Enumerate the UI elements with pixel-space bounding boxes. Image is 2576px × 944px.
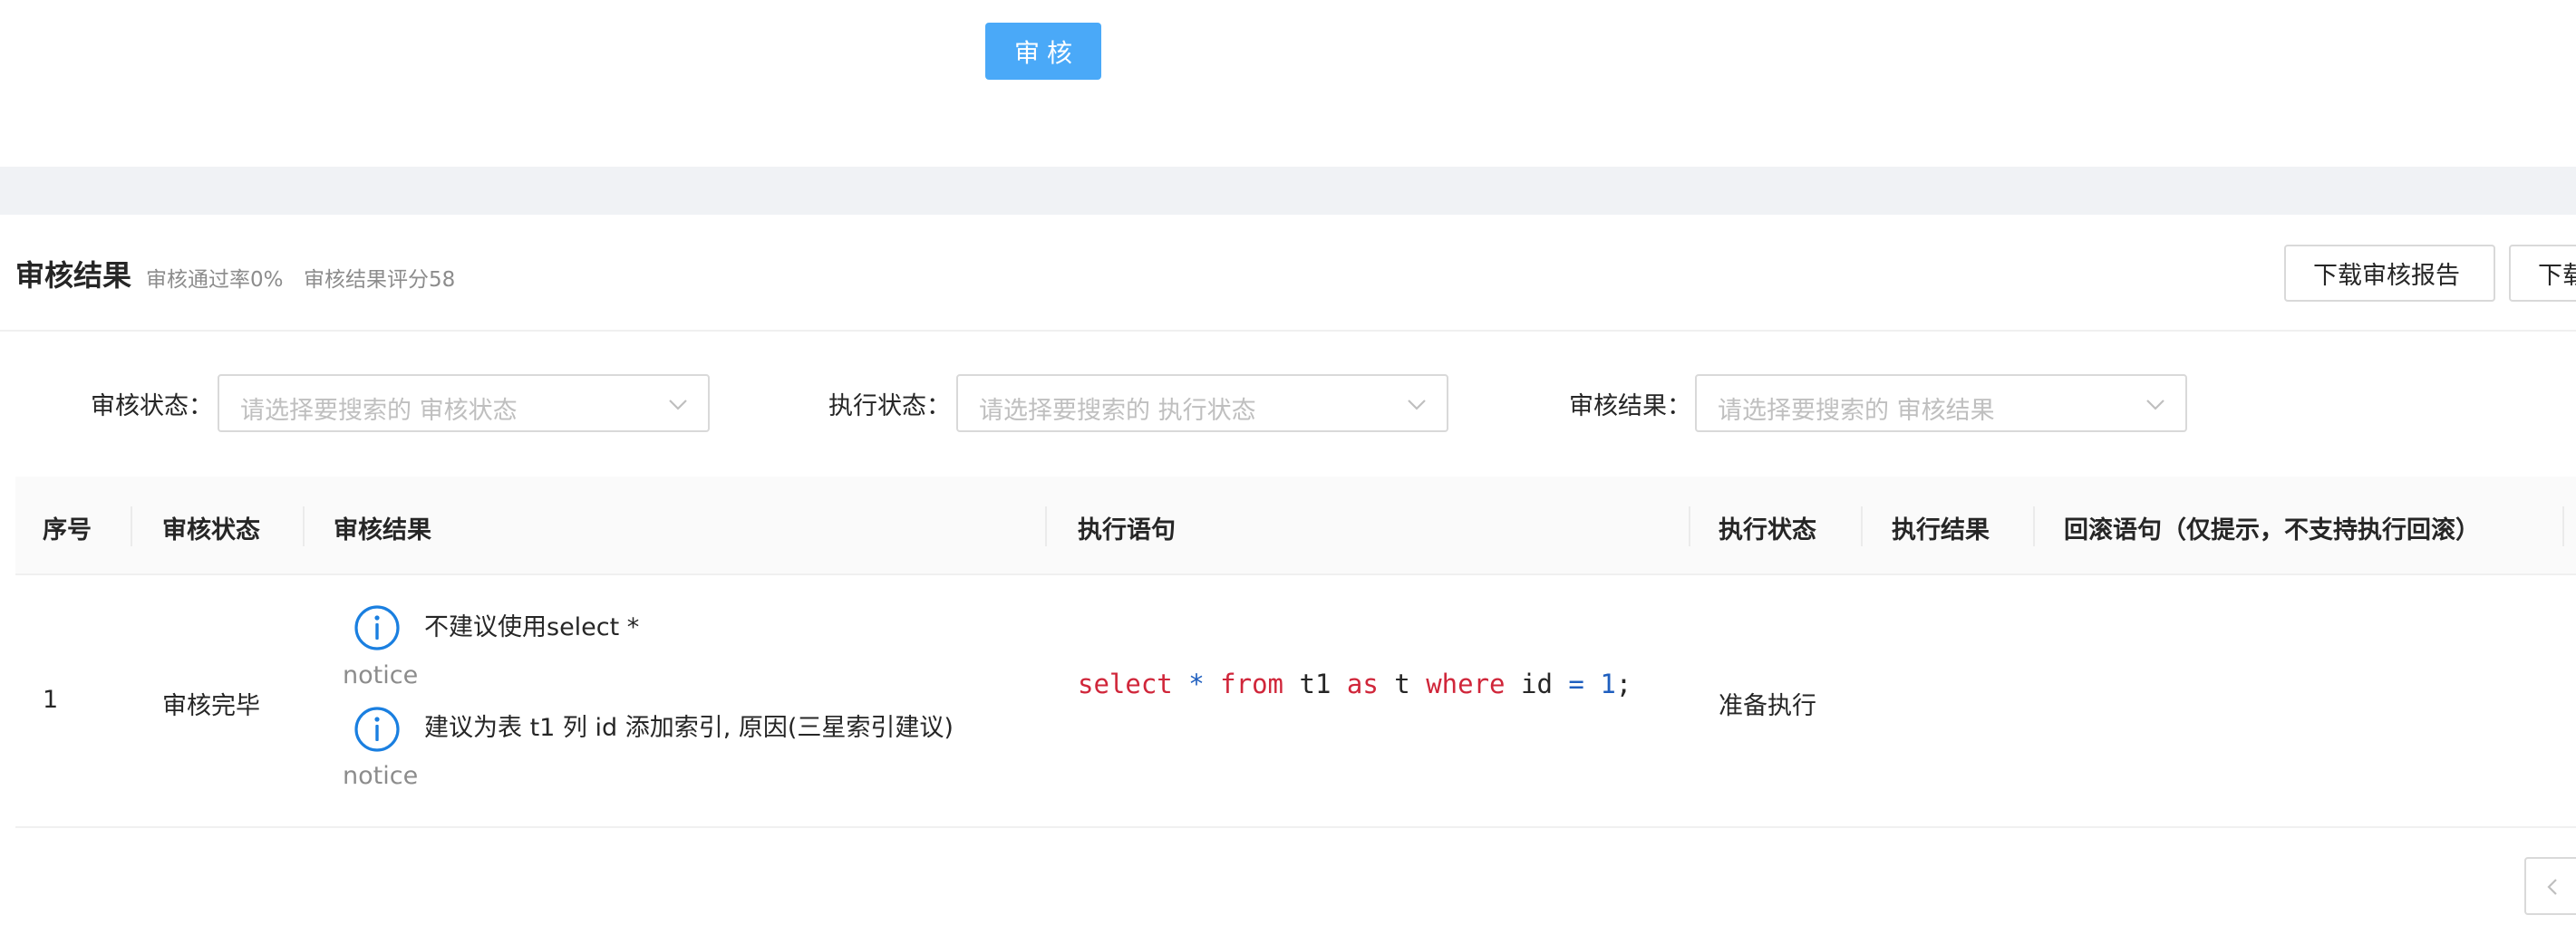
sql-keyword: from [1220, 669, 1284, 699]
card-header: 审核结果 审核通过率0% 审核结果评分58 下载审核报告 下载 [0, 215, 2576, 332]
audit-result-placeholder: 请选择要搜索的 审核结果 [1718, 397, 1995, 425]
audit-result-select[interactable]: 请选择要搜索的 审核结果 [1695, 374, 2187, 432]
score-text: 审核结果评分58 [304, 268, 456, 292]
info-circle-icon [354, 707, 400, 752]
column-header-index: 序号 [43, 516, 92, 544]
info-circle-icon [354, 605, 400, 650]
chevron-down-icon [2146, 400, 2164, 410]
section-divider-band [0, 167, 2576, 215]
table-header: 序号 审核状态 审核结果 执行语句 执行状态 执行结果 回滚语句（仅提示，不支持… [15, 477, 2576, 575]
top-area: 审核 [0, 0, 2576, 167]
column-divider [1861, 506, 1863, 546]
sql-keyword: select [1078, 669, 1173, 699]
audit-status-placeholder: 请选择要搜索的 审核状态 [240, 397, 518, 425]
card-title: 审核结果 [15, 258, 132, 293]
pass-rate-text: 审核通过率0% [146, 268, 284, 292]
column-header-audit-status: 审核状态 [162, 516, 260, 544]
exec-status-placeholder: 请选择要搜索的 执行状态 [979, 397, 1256, 425]
column-divider [1045, 506, 1047, 546]
chevron-left-icon [2547, 879, 2557, 895]
row-exec-status: 准备执行 [1719, 692, 1816, 720]
audit-result-message: 建议为表 t1 列 id 添加索引, 原因(三星索引建议) [424, 714, 954, 742]
column-header-sql: 执行语句 [1078, 516, 1176, 544]
sql-keyword: as [1346, 669, 1379, 699]
row-index: 1 [43, 686, 59, 714]
column-divider [1689, 506, 1690, 546]
pagination-prev-button[interactable] [2524, 857, 2576, 915]
download-more-button[interactable]: 下载 [2509, 245, 2576, 302]
download-report-button[interactable]: 下载审核报告 [2284, 245, 2495, 302]
audit-result-level: notice [343, 661, 419, 689]
audit-result-message: 不建议使用select * [424, 613, 640, 641]
exec-status-select[interactable]: 请选择要搜索的 执行状态 [956, 374, 1448, 432]
column-header-exec-result: 执行结果 [1892, 516, 1990, 544]
row-audit-status: 审核完毕 [162, 692, 260, 720]
filter-label-audit-result: 审核结果： [1569, 392, 1691, 420]
column-divider [303, 506, 305, 546]
column-header-rollback: 回滚语句（仅提示，不支持执行回滚） [2064, 516, 2480, 544]
sql-terminator: ; [1615, 669, 1632, 699]
audit-result-level: notice [343, 762, 419, 790]
column-divider [2562, 506, 2564, 546]
audit-button[interactable]: 审核 [985, 23, 1101, 80]
chevron-down-icon [1408, 400, 1426, 410]
chevron-down-icon [669, 400, 687, 410]
sql-identifier: t [1394, 669, 1410, 699]
column-divider [2033, 506, 2035, 546]
column-header-audit-result: 审核结果 [334, 516, 431, 544]
audit-status-select[interactable]: 请选择要搜索的 审核状态 [218, 374, 710, 432]
filter-label-audit-status: 审核状态： [91, 392, 213, 420]
column-divider [131, 506, 132, 546]
filter-label-exec-status: 执行状态： [828, 392, 951, 420]
table-row: 1 审核完毕 不建议使用select * notice 建议为表 t1 列 id… [15, 575, 2576, 828]
column-header-exec-status: 执行状态 [1719, 516, 1816, 544]
sql-operator: * [1188, 669, 1205, 699]
sql-number: 1 [1600, 669, 1616, 699]
sql-statement: select * from t1 as t where id = 1; [1078, 669, 1632, 699]
sql-identifier: t1 [1299, 669, 1332, 699]
sql-keyword: where [1426, 669, 1506, 699]
sql-operator: = [1568, 669, 1584, 699]
sql-identifier: id [1520, 669, 1553, 699]
